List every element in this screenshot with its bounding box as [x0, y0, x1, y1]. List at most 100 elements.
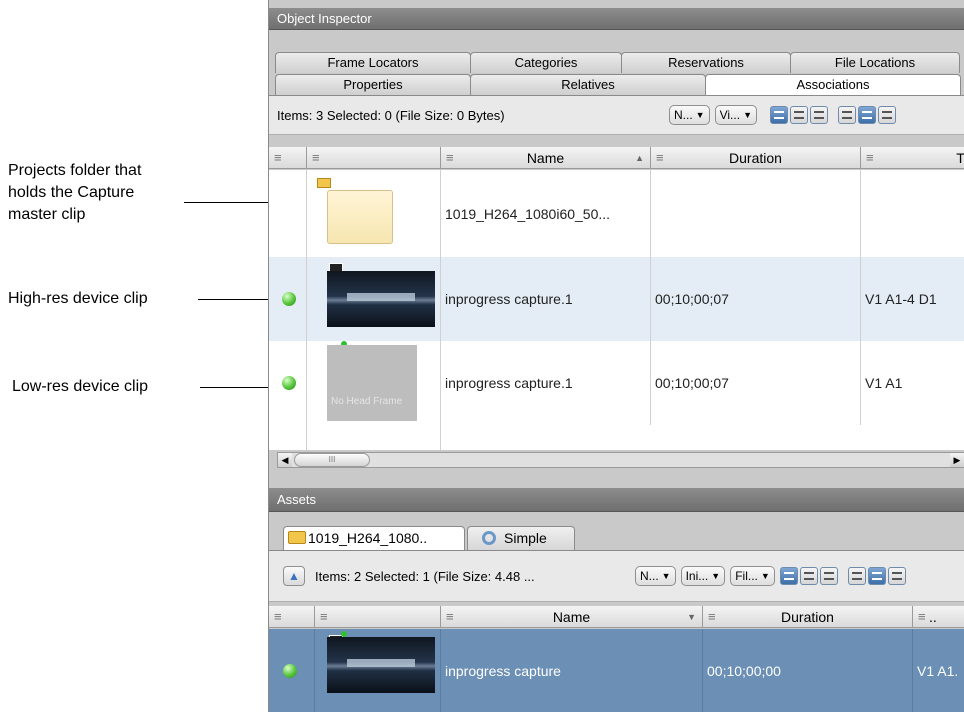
frame-view-button[interactable] — [847, 567, 866, 585]
panel-divider[interactable] — [269, 470, 964, 488]
column-menu-icon[interactable]: ≡ — [446, 606, 454, 628]
tab-simple[interactable]: Simple — [467, 526, 575, 550]
online-status-icon — [282, 292, 296, 306]
grip-icon: III — [328, 455, 336, 464]
clip-name: inprogress capture.1 — [445, 291, 573, 307]
frame-view-button-2[interactable] — [867, 567, 886, 585]
column-label: Duration — [781, 609, 834, 625]
tab-label: 1019_H264_1080.. — [308, 530, 428, 546]
app-window: Object Inspector Frame Locators Categori… — [268, 0, 964, 712]
thumbnail-view-button[interactable] — [819, 567, 838, 585]
up-folder-button[interactable]: ▲ — [283, 566, 305, 586]
inspector-tabs-row2: Properties Relatives Associations — [275, 74, 961, 95]
duration-cell: 00;10;00;07 — [651, 341, 861, 425]
column-menu-icon[interactable]: ≡ — [656, 147, 664, 169]
tab-properties[interactable]: Properties — [275, 74, 471, 95]
frame-view-button-2[interactable] — [857, 106, 876, 124]
thumbnail-view-button[interactable] — [809, 106, 828, 124]
column-menu-icon[interactable]: ≡ — [866, 147, 874, 169]
clip-tracks: V1 A1. — [917, 662, 959, 679]
compact-view-button[interactable] — [789, 106, 808, 124]
object-inspector-title: Object Inspector — [269, 8, 964, 30]
column-menu-icon[interactable]: ≡ — [274, 147, 282, 169]
clip-tracks: V1 A1 — [865, 375, 903, 391]
clip-duration: 00;10;00;07 — [655, 375, 729, 391]
clip-thumbnail — [327, 637, 435, 693]
clip-tracks: V1 A1-4 D1 — [865, 291, 937, 307]
column-label: Duration — [729, 150, 782, 166]
table-row[interactable]: inprogress capture 00;10;00;00 V1 A1. — [269, 629, 964, 712]
column-status[interactable]: ≡ — [269, 606, 315, 628]
name-cell: inprogress capture.1 — [441, 257, 651, 341]
leader-line — [184, 202, 276, 203]
tab-associations[interactable]: Associations — [705, 74, 961, 95]
name-combo[interactable]: N... ▼ — [669, 105, 710, 125]
combo-value: Fil... — [735, 569, 758, 583]
inspector-tabs-row1: Frame Locators Categories Reservations F… — [275, 52, 960, 73]
list-view-button[interactable] — [769, 106, 788, 124]
table-row[interactable]: 1019_H264_1080i60_50... — [269, 170, 964, 257]
online-status-icon — [282, 376, 296, 390]
tab-categories[interactable]: Categories — [470, 52, 622, 73]
tab-folder[interactable]: 1019_H264_1080.. — [283, 526, 465, 550]
tab-relatives[interactable]: Relatives — [470, 74, 706, 95]
horizontal-scrollbar[interactable]: ◀ III ▶ — [277, 452, 964, 468]
scroll-left-button[interactable]: ◀ — [278, 453, 292, 467]
chevron-down-icon: ▼ — [743, 110, 752, 120]
callout-line: holds the Capture — [8, 184, 135, 201]
list-view-button[interactable] — [779, 567, 798, 585]
thumbnail-cell — [307, 170, 441, 257]
table-row[interactable]: inprogress capture.1 00;10;00;07 V1 A1-4… — [269, 257, 964, 341]
leader-line — [200, 387, 278, 388]
tab-file-locations[interactable]: File Locations — [790, 52, 960, 73]
compact-view-button[interactable] — [799, 567, 818, 585]
file-combo[interactable]: Fil... ▼ — [730, 566, 775, 586]
column-thumbnail[interactable]: ≡ — [315, 606, 441, 628]
table-row[interactable]: No Head Frame inprogress capture.1 00;10… — [269, 341, 964, 425]
column-name[interactable]: ≡ Name ▲ — [441, 147, 651, 169]
tab-label: Simple — [504, 530, 547, 546]
column-menu-icon[interactable]: ≡ — [274, 606, 282, 628]
ini-combo[interactable]: Ini... ▼ — [680, 566, 726, 586]
frame-view-button-3[interactable] — [877, 106, 896, 124]
scrollbar-thumb[interactable]: III — [294, 453, 370, 467]
combo-value: N... — [674, 108, 693, 122]
clip-name: inprogress capture — [445, 662, 561, 679]
inspector-table-header: ≡ ≡ ≡ Name ▲ ≡ Duration ≡ Tr — [269, 147, 964, 169]
column-name[interactable]: ≡ Name ▼ — [441, 606, 703, 628]
callout-projects-folder: Projects folder that holds the Capture m… — [8, 160, 208, 226]
duration-cell: 00;10;00;00 — [703, 629, 913, 712]
tab-frame-locators[interactable]: Frame Locators — [275, 52, 471, 73]
tracks-cell: V1 A1 — [861, 341, 964, 425]
column-label: Tr — [956, 150, 964, 166]
name-combo[interactable]: N... ▼ — [635, 566, 676, 586]
duration-cell: 00;10;00;07 — [651, 257, 861, 341]
column-menu-icon[interactable]: ≡ — [446, 147, 454, 169]
duration-cell — [651, 170, 861, 257]
chevron-down-icon: ▼ — [711, 571, 721, 581]
column-menu-icon[interactable]: ≡ — [312, 147, 320, 169]
column-duration[interactable]: ≡ Duration — [651, 147, 861, 169]
search-icon — [482, 531, 496, 545]
status-cell — [269, 170, 307, 257]
scroll-right-button[interactable]: ▶ — [950, 453, 964, 467]
column-tracks[interactable]: ≡ Tr — [861, 147, 964, 169]
column-duration[interactable]: ≡ Duration — [703, 606, 913, 628]
items-status: Items: 3 Selected: 0 (File Size: 0 Bytes… — [277, 107, 505, 123]
assets-status-bar: ▲ Items: 2 Selected: 1 (File Size: 4.48 … — [269, 550, 964, 602]
arrow-up-icon: ▲ — [288, 569, 300, 583]
view-combo[interactable]: Vi... ▼ — [714, 105, 757, 125]
column-thumbnail[interactable]: ≡ — [307, 147, 441, 169]
column-menu-icon[interactable]: ≡ — [708, 606, 716, 628]
column-status[interactable]: ≡ — [269, 147, 307, 169]
thumbnail-cell: No Head Frame — [307, 341, 441, 425]
tab-reservations[interactable]: Reservations — [621, 52, 791, 73]
column-menu-icon[interactable]: ≡ — [918, 606, 926, 628]
column-tracks[interactable]: ≡.. — [913, 606, 964, 628]
frame-view-button[interactable] — [837, 106, 856, 124]
name-cell: inprogress capture — [441, 629, 703, 712]
folder-icon — [317, 178, 331, 188]
frame-view-button-3[interactable] — [887, 567, 906, 585]
column-menu-icon[interactable]: ≡ — [320, 606, 328, 628]
callout-line: master clip — [8, 206, 86, 223]
